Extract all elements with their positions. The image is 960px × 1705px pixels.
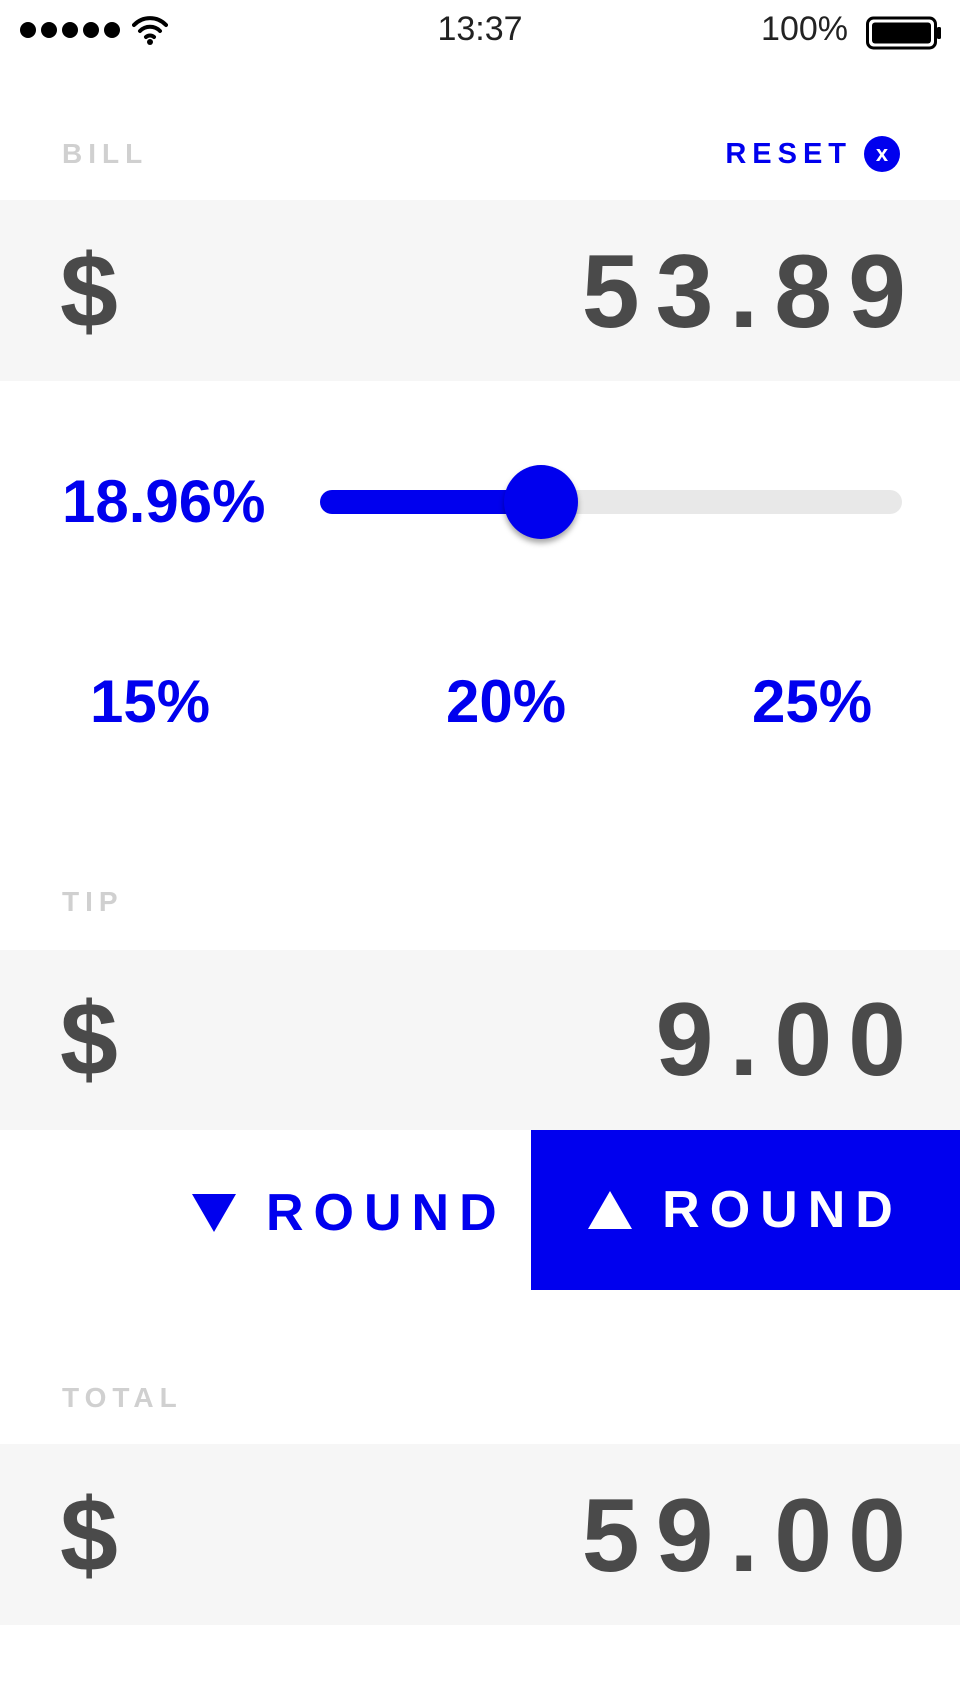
triangle-down-icon: [192, 1194, 236, 1232]
tip-amount-input[interactable]: 9.00: [656, 988, 922, 1092]
tip-percent-value: 18.96%: [62, 468, 266, 535]
round-down-label: ROUND: [266, 1184, 507, 1242]
tip-currency-symbol: $: [60, 982, 118, 1098]
tip-label: TIP: [62, 886, 124, 917]
preset-15-button[interactable]: 15%: [90, 672, 210, 732]
preset-20-button[interactable]: 20%: [446, 672, 566, 732]
status-bar: 13:37 100%: [0, 0, 960, 62]
total-label: TOTAL: [62, 1382, 183, 1413]
preset-25-button[interactable]: 25%: [752, 672, 872, 732]
battery-percent: 100%: [761, 10, 848, 48]
round-up-label: ROUND: [662, 1181, 903, 1239]
tip-slider-thumb[interactable]: [504, 465, 579, 539]
tip-input-row[interactable]: $ 9.00: [0, 950, 960, 1130]
round-down-button[interactable]: ROUND: [192, 1165, 507, 1261]
total-currency-symbol: $: [60, 1478, 118, 1594]
close-icon: x: [864, 136, 900, 172]
bill-currency-symbol: $: [60, 234, 118, 350]
triangle-up-icon: [588, 1191, 633, 1229]
bill-label: BILL: [62, 138, 149, 169]
round-up-button[interactable]: ROUND: [531, 1130, 960, 1290]
total-amount: 59.00: [581, 1478, 922, 1594]
total-row: $ 59.00: [0, 1444, 960, 1625]
reset-label: RESET: [725, 137, 852, 170]
battery-icon: [866, 16, 941, 50]
bill-input-row[interactable]: $ 53.89: [0, 200, 960, 381]
bill-amount-input[interactable]: 53.89: [582, 240, 922, 344]
reset-button[interactable]: RESET x: [725, 136, 900, 172]
